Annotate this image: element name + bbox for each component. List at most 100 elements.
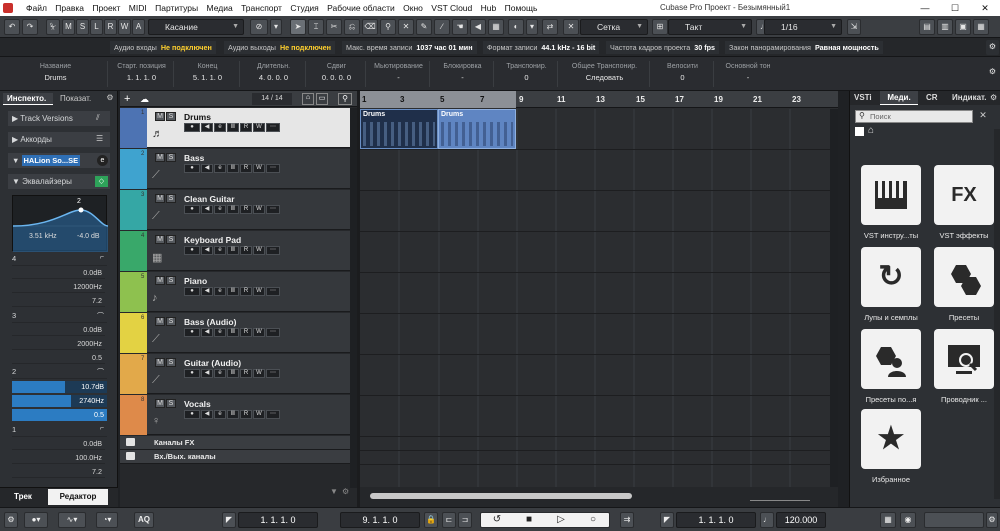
close-icon[interactable]: ✕ [976,110,990,123]
read-button[interactable]: R [240,369,252,378]
info-transpose[interactable]: Транспонир. 0 [496,61,558,87]
eq-band-2-q-slider[interactable]: 0.5 [12,409,107,421]
record-enable-button[interactable]: ● [184,287,200,296]
solo-button[interactable]: S [166,276,176,285]
track-row-piano[interactable]: 5 MS Piano ● ◀ e Ⅲ R W ⋯ ♪ [120,272,350,312]
track-row-guitar-audio[interactable]: 7 MS Guitar (Audio) ● ◀ e Ⅲ R W ⋯ ⟋ [120,354,350,394]
menu-vst-cloud[interactable]: VST Cloud [431,0,472,16]
monitor-button[interactable]: ◀ [201,369,213,378]
track-list-scrollbar[interactable] [350,108,357,488]
glue-tool-icon[interactable]: ⎌ [344,19,360,35]
range-tool-icon[interactable]: ⌶ [308,19,324,35]
info-start[interactable]: Старт. позиция 1. 1. 1. 0 [110,61,174,87]
position-display[interactable]: 1. 1. 1. 0 [676,512,756,528]
loop-range[interactable] [360,91,516,108]
lanes-button[interactable]: Ⅲ [227,287,239,296]
mute-mode-button[interactable]: M [62,19,75,35]
info-lock[interactable]: Блокировка - [432,61,494,87]
track-presets-icon[interactable]: ☁ [140,93,154,105]
snap-icon[interactable]: ✕ [563,19,579,35]
tile-favorites[interactable]: ★ [861,409,921,469]
stop-icon[interactable]: ■ [520,514,538,526]
vertical-scrollbar[interactable] [830,109,838,487]
tab-visibility[interactable]: Показат. [56,93,101,105]
chevron-down-icon[interactable]: ▾ [270,19,282,35]
solo-button[interactable]: S [166,399,176,408]
more-button[interactable]: ⋯ [266,287,280,296]
minimize-button[interactable]: — [910,0,940,16]
close-window-button[interactable]: ✕ [970,0,1000,16]
gear-icon[interactable]: ⚙ [986,512,998,528]
info-root-key[interactable]: Основной тон - [716,61,780,87]
menu-hub[interactable]: Hub [481,0,497,16]
tile-file-browser[interactable] [934,329,994,389]
record-enable-button[interactable]: ● [184,369,200,378]
pan-law-status[interactable]: Закон панорамирования Равная мощность [725,41,883,54]
read-button[interactable]: R [240,287,252,296]
checkbox[interactable] [855,127,864,136]
lanes-button[interactable]: Ⅲ [227,164,239,173]
solo-button[interactable]: S [166,358,176,367]
folder-fx-channels[interactable]: Каналы FX [120,436,350,450]
write-button[interactable]: W [253,205,265,214]
read-button[interactable]: R [240,164,252,173]
eq-band-2-freq-slider[interactable]: 2740Hz [12,395,107,407]
quantize-settings-icon[interactable]: ⇲ [847,19,861,35]
write-button[interactable]: W [253,164,265,173]
grid-type-select[interactable]: Такт ▼ [668,19,752,35]
mute-button[interactable]: M [155,358,165,367]
draw-tool-icon[interactable]: ✎ [416,19,432,35]
info-velocity[interactable]: Велосити 0 [652,61,714,87]
tab-media[interactable]: Меди. [880,91,918,105]
mute-button[interactable]: M [155,399,165,408]
record-enable-button[interactable]: ● [184,246,200,255]
scrollbar-thumb[interactable] [370,493,632,499]
eq-band-4-gain[interactable]: 0.0dB [12,267,105,279]
eq-band-3-header[interactable]: 3 ⌒ [12,311,107,323]
click-icon[interactable]: ◔▾ [96,512,118,528]
write-button[interactable]: W [253,287,265,296]
edit-button[interactable]: e [214,205,226,214]
eq-band-1-q[interactable]: 7.2 [12,466,105,478]
midi-part[interactable]: Drums [438,109,516,149]
mute-button[interactable]: M [155,317,165,326]
solo-mode-button[interactable]: S [76,19,89,35]
monitor-button[interactable]: ◀ [201,410,213,419]
gear-icon[interactable]: ⚙ [990,93,997,102]
split-tool-icon[interactable]: ✂ [326,19,342,35]
info-offset[interactable]: Сдвиг 0. 0. 0. 0 [308,61,366,87]
monitor-button[interactable]: ◀ [201,205,213,214]
menu-transport[interactable]: Транспорт [241,0,282,16]
left-locator-display[interactable]: 1. 1. 1. 0 [238,512,318,528]
write-button[interactable]: W [253,246,265,255]
erase-tool-icon[interactable]: ⌫ [362,19,378,35]
sync-icon[interactable]: ◉ [900,512,916,528]
lanes-button[interactable]: Ⅲ [227,246,239,255]
maximize-button[interactable]: ☐ [940,0,970,16]
home-icon[interactable]: ⌂ [868,125,874,136]
menu-studio[interactable]: Студия [290,0,318,16]
edit-button[interactable]: e [214,123,226,132]
record-mode-select[interactable]: ●▾ [24,512,48,528]
menu-project[interactable]: Проект [92,0,120,16]
line-tool-icon[interactable]: ∕ [434,19,450,35]
read-button[interactable]: R [240,410,252,419]
eq-curve-display[interactable]: 2 3.51 kHz -4.0 dB [12,195,109,252]
tempo-track-icon[interactable]: ⇉ [620,512,634,528]
gear-icon[interactable]: ⚙ [342,487,349,496]
mute-button[interactable]: M [155,235,165,244]
tab-inspector[interactable]: Инспекто. [3,93,53,105]
mute-button[interactable]: M [155,194,165,203]
undo-icon[interactable]: ↶ [4,19,20,35]
gear-icon[interactable]: ⚙ [104,93,116,105]
tab-vsti[interactable]: VSTi [854,93,872,102]
edit-instrument-icon[interactable]: e [97,155,108,166]
track-row-bass[interactable]: 2 MS Bass ● ◀ e Ⅲ R W ⋯ ⟋ [120,149,350,189]
solo-button[interactable]: S [166,194,176,203]
more-button[interactable]: ⋯ [266,328,280,337]
track-name[interactable]: Piano [184,276,207,286]
record-enable-button[interactable]: ● [184,123,200,132]
menu-media[interactable]: Медиа [207,0,233,16]
info-end[interactable]: Конец 5. 1. 1. 0 [176,61,240,87]
folder-io-channels[interactable]: Вх./Вых. каналы [120,450,350,464]
